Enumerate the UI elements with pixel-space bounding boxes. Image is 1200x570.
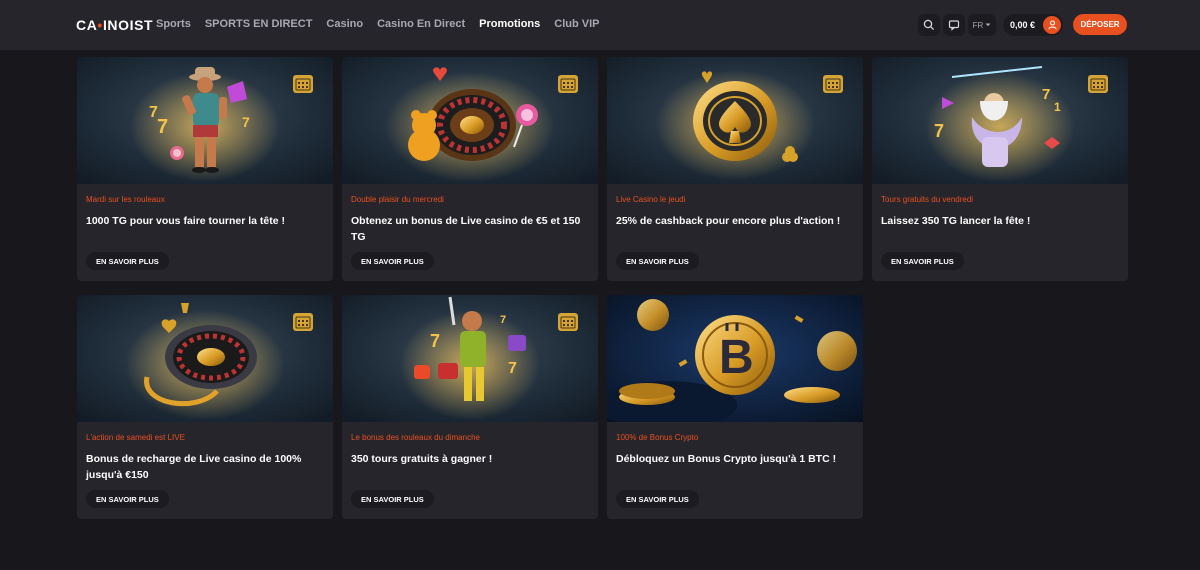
calendar-badge <box>1088 75 1108 93</box>
svg-text:7: 7 <box>430 331 440 351</box>
promo-tag: Live Casino le jeudi <box>616 195 686 204</box>
language-selector[interactable]: FR <box>968 14 996 36</box>
learn-more-button[interactable]: EN SAVOIR PLUS <box>351 490 434 508</box>
promo-title: Laissez 350 TG lancer la fête ! <box>881 215 1031 227</box>
promo-banner-miner[interactable]: 7 7 7 <box>342 295 598 422</box>
calendar-badge <box>293 75 313 93</box>
user-button[interactable] <box>1043 16 1061 34</box>
nav-live-casino[interactable]: Casino En Direct <box>377 18 465 30</box>
promo-banner-spade-chip[interactable] <box>607 57 863 184</box>
language-label: FR <box>972 20 984 30</box>
promo-banner-zeus[interactable]: 7 1 7 <box>872 57 1128 184</box>
calendar-badge <box>558 75 578 93</box>
promo-banner-bitcoin[interactable]: B <box>607 295 863 422</box>
promo-card[interactable]: 7 7 7 Mardi sur les rouleaux 1000 TG pou… <box>77 57 333 281</box>
promo-card[interactable]: L'action de samedi est LIVE Bonus de rec… <box>77 295 333 519</box>
svg-text:1: 1 <box>1054 100 1061 114</box>
promo-title: Obtenez un bonus de Live casino de €5 et… <box>351 215 581 243</box>
promo-tag: Tours gratuits du vendredi <box>881 195 974 204</box>
promo-title: Bonus de recharge de Live casino de 100%… <box>86 453 302 481</box>
promo-card[interactable]: Double plaisir du mercredi Obtenez un bo… <box>342 57 598 281</box>
svg-text:7: 7 <box>242 114 250 130</box>
balance-value: 0,00 € <box>1010 20 1036 30</box>
learn-more-button[interactable]: EN SAVOIR PLUS <box>616 252 699 270</box>
learn-more-button[interactable]: EN SAVOIR PLUS <box>881 252 964 270</box>
learn-more-button[interactable]: EN SAVOIR PLUS <box>86 490 169 508</box>
chevron-down-icon <box>985 23 991 27</box>
nav-promotions[interactable]: Promotions <box>479 18 540 30</box>
promo-banner-roulette-live[interactable] <box>77 295 333 422</box>
promo-banner-cowboy[interactable]: 7 7 7 <box>77 57 333 184</box>
nav-casino[interactable]: Casino <box>326 18 363 30</box>
nav-sports-live[interactable]: SPORTS EN DIRECT <box>205 18 313 30</box>
svg-text:7: 7 <box>1042 86 1050 103</box>
nav-vip-club[interactable]: Club VIP <box>554 18 599 30</box>
promo-title: 350 tours gratuits à gagner ! <box>351 453 493 465</box>
nav-sports[interactable]: Sports <box>156 18 191 30</box>
promo-tag: Double plaisir du mercredi <box>351 195 444 204</box>
promo-tag: Le bonus des rouleaux du dimanche <box>351 433 480 442</box>
chat-button[interactable] <box>943 14 965 36</box>
svg-text:7: 7 <box>500 314 506 326</box>
svg-text:7: 7 <box>934 121 944 141</box>
svg-text:7: 7 <box>157 116 168 138</box>
svg-text:7: 7 <box>508 360 517 377</box>
promo-tag: L'action de samedi est LIVE <box>86 433 185 442</box>
top-header: CA•INOIST Sports SPORTS EN DIRECT Casino… <box>0 0 1200 50</box>
learn-more-button[interactable]: EN SAVOIR PLUS <box>86 252 169 270</box>
promo-card[interactable]: Live Casino le jeudi 25% de cashback pou… <box>607 57 863 281</box>
calendar-badge <box>293 313 313 331</box>
chat-icon <box>948 20 960 31</box>
promo-card[interactable]: 7 1 7 Tours gratuits du vendredi Laissez… <box>872 57 1128 281</box>
calendar-icon <box>1090 78 1106 91</box>
main-nav: Sports SPORTS EN DIRECT Casino Casino En… <box>156 18 600 30</box>
calendar-badge <box>558 313 578 331</box>
casinoist-logo[interactable]: CA•INOIST <box>76 17 153 33</box>
promo-card[interactable]: B 100% de Bonus Crypto Débloquez un Bonu… <box>607 295 863 519</box>
promo-card[interactable]: 7 7 7 Le bonus des rouleaux du dimanche … <box>342 295 598 519</box>
calendar-icon <box>825 78 841 91</box>
promo-title: 25% de cashback pour encore plus d'actio… <box>616 215 841 227</box>
search-button[interactable] <box>918 14 940 36</box>
calendar-icon <box>560 316 576 329</box>
calendar-icon <box>295 78 311 91</box>
calendar-badge <box>823 75 843 93</box>
search-icon <box>923 19 935 31</box>
promo-tag: 100% de Bonus Crypto <box>616 433 699 442</box>
calendar-icon <box>560 78 576 91</box>
learn-more-button[interactable]: EN SAVOIR PLUS <box>351 252 434 270</box>
svg-text:B: B <box>719 331 754 384</box>
promo-title: Débloquez un Bonus Crypto jusqu'à 1 BTC … <box>616 453 837 465</box>
calendar-icon <box>295 316 311 329</box>
user-icon <box>1047 20 1057 30</box>
promo-tag: Mardi sur les rouleaux <box>86 195 165 204</box>
learn-more-button[interactable]: EN SAVOIR PLUS <box>616 490 699 508</box>
deposit-button[interactable]: DÉPOSER <box>1073 14 1127 35</box>
balance-pill[interactable]: 0,00 € <box>1003 14 1063 36</box>
promo-banner-roulette[interactable] <box>342 57 598 184</box>
promo-title: 1000 TG pour vous faire tourner la tête … <box>86 215 285 227</box>
